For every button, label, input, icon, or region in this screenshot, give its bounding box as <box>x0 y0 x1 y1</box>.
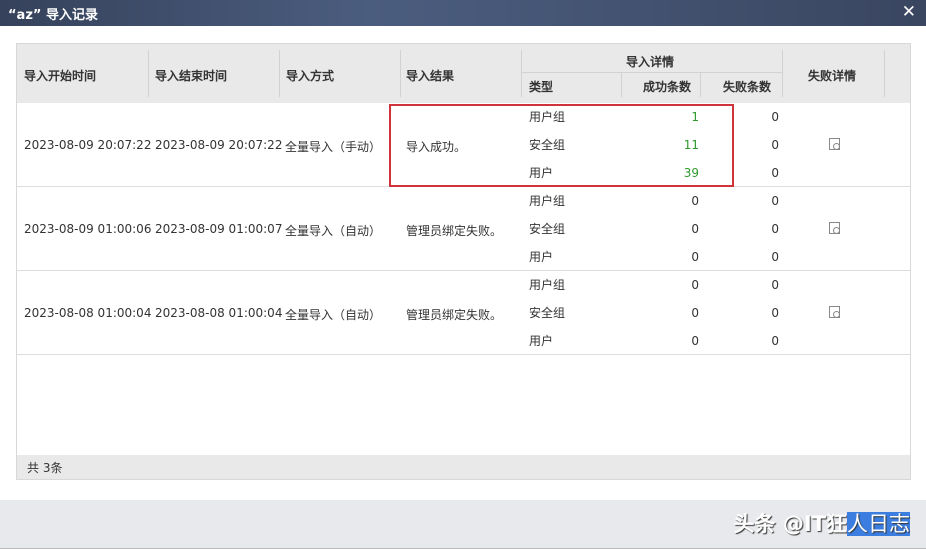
type: 用户 <box>529 250 554 264</box>
fail-count: 0 <box>771 278 779 292</box>
col-type: 类型 <box>529 80 554 94</box>
col-end: 导入结束时间 <box>155 69 228 83</box>
watermark-highlight: 人日志 <box>847 512 910 536</box>
import-result: 管理员绑定失败。 <box>406 308 503 322</box>
view-details-icon[interactable] <box>829 306 840 318</box>
success-count: 0 <box>691 334 699 348</box>
success-count: 0 <box>691 194 699 208</box>
dialog-bottom-bar: 头条 @IT狂人日志 <box>0 500 926 549</box>
dialog-title: “az” 导入记录 <box>8 8 98 23</box>
col-start: 导入开始时间 <box>24 69 97 83</box>
success-count: 0 <box>691 222 699 236</box>
table-footer: 共 3条 <box>17 455 910 479</box>
end-time: 2023-08-09 01:00:07 <box>155 222 283 236</box>
end-time: 2023-08-08 01:00:04 <box>155 306 283 320</box>
col-fail-details: 失败详情 <box>808 69 857 83</box>
end-time: 2023-08-09 20:07:22 <box>155 138 283 152</box>
table-header: 导入开始时间 导入结束时间 导入方式 导入结果 导入详情 类型 成功条数 失败条… <box>17 44 910 103</box>
watermark-prefix: 头条 @IT狂 <box>733 512 847 536</box>
view-details-icon[interactable] <box>829 222 840 234</box>
start-time: 2023-08-08 01:00:04 <box>24 306 152 320</box>
col-result: 导入结果 <box>406 69 455 83</box>
close-icon[interactable]: ✕ <box>902 2 916 22</box>
view-details-icon[interactable] <box>829 138 840 150</box>
col-fail: 失败条数 <box>723 80 772 94</box>
highlight-box <box>389 104 734 187</box>
type: 安全组 <box>529 306 566 320</box>
type: 用户组 <box>529 278 566 292</box>
col-method: 导入方式 <box>286 69 335 83</box>
success-count: 0 <box>691 306 699 320</box>
table-row: 2023-08-09 01:00:06 2023-08-09 01:00:07 … <box>17 187 910 271</box>
start-time: 2023-08-09 01:00:06 <box>24 222 152 236</box>
fail-count: 0 <box>771 334 779 348</box>
total-count: 共 3条 <box>27 461 63 475</box>
fail-count: 0 <box>771 194 779 208</box>
type: 用户组 <box>529 194 566 208</box>
col-details: 导入详情 <box>626 55 675 69</box>
col-success: 成功条数 <box>643 80 692 94</box>
fail-count: 0 <box>771 250 779 264</box>
import-method: 全量导入（手动） <box>285 140 382 154</box>
type: 用户 <box>529 334 554 348</box>
import-method: 全量导入（自动） <box>285 308 382 322</box>
import-result: 管理员绑定失败。 <box>406 224 503 238</box>
success-count: 0 <box>691 278 699 292</box>
fail-count: 0 <box>771 222 779 236</box>
fail-count: 0 <box>771 306 779 320</box>
watermark: 头条 @IT狂人日志 <box>734 508 910 538</box>
type: 安全组 <box>529 222 566 236</box>
start-time: 2023-08-09 20:07:22 <box>24 138 152 152</box>
table-row: 2023-08-08 01:00:04 2023-08-08 01:00:04 … <box>17 271 910 355</box>
import-method: 全量导入（自动） <box>285 224 382 238</box>
success-count: 0 <box>691 250 699 264</box>
dialog-titlebar: “az” 导入记录 ✕ <box>0 0 926 26</box>
